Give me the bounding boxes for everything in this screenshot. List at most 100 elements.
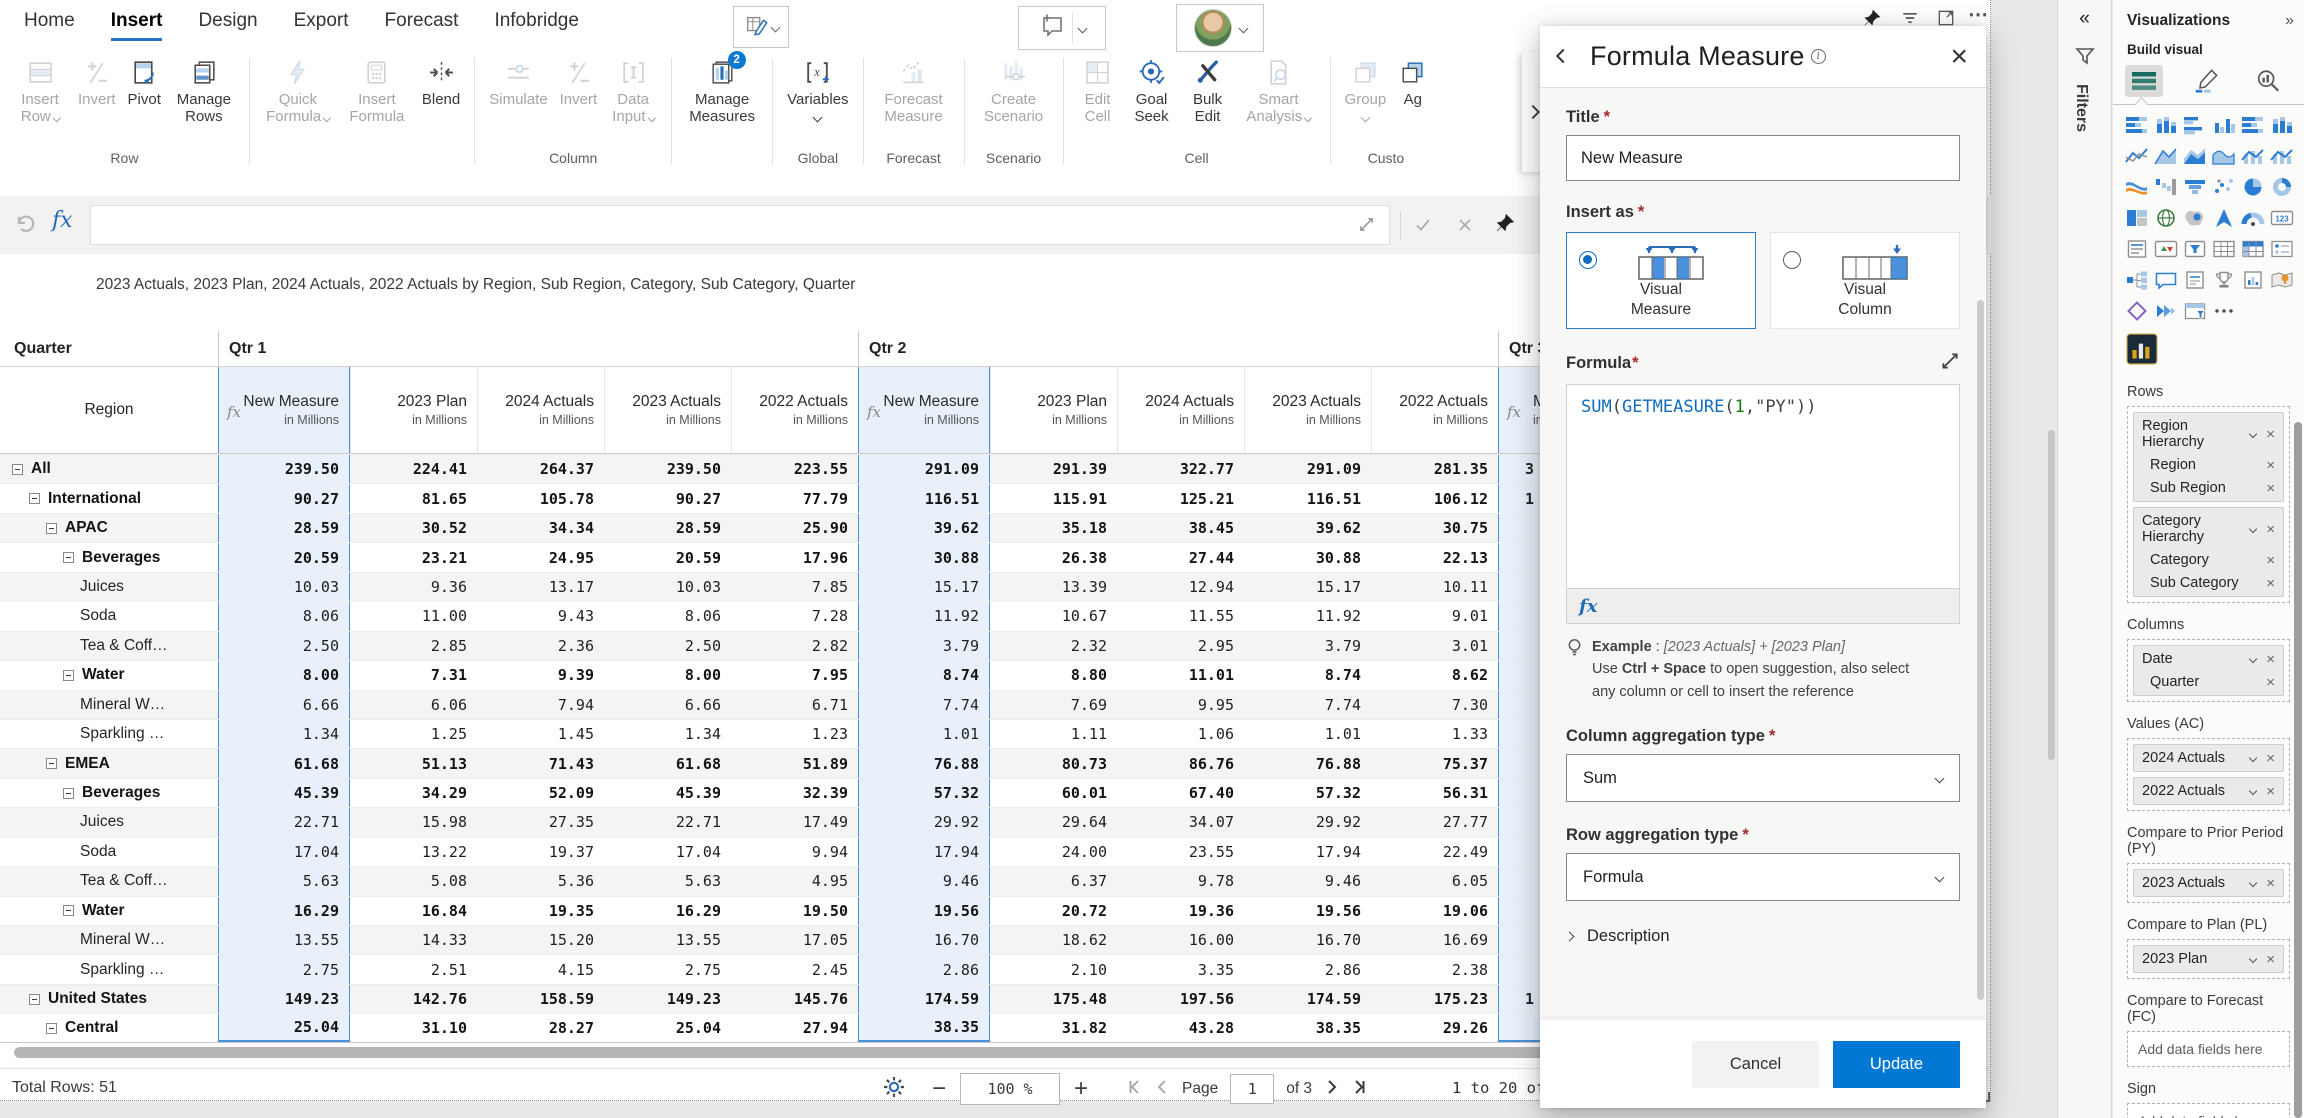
matrix-cell[interactable]: 1.34 (604, 720, 731, 748)
matrix-cell[interactable]: 6.66 (604, 691, 731, 719)
matrix-cell[interactable]: 28.59 (604, 514, 731, 542)
matrix-row-label[interactable]: Sparkling … (0, 720, 218, 748)
matrix-cell[interactable]: 1.34 (218, 720, 350, 748)
filters-icon[interactable] (2073, 44, 2097, 73)
matrix-cell[interactable]: 291.39 (990, 455, 1117, 483)
matrix-cell[interactable]: 35.18 (990, 514, 1117, 542)
matrix-cell[interactable]: 29.26 (1371, 1014, 1498, 1041)
matrix-cell[interactable]: 8.74 (858, 661, 990, 689)
matrix-cell[interactable]: 16.84 (350, 897, 477, 925)
remove-field-icon[interactable]: × (2266, 522, 2275, 537)
field-item-region[interactable]: Region× (2134, 455, 2283, 478)
remove-field-icon[interactable]: × (2266, 652, 2275, 667)
write-back-button[interactable] (733, 6, 789, 48)
column-header-2022-actuals[interactable]: 2022 Actualsin Millions (731, 367, 858, 453)
canvas-scrollbar-thumb[interactable] (2048, 430, 2055, 760)
matrix-cell[interactable]: 174.59 (1244, 985, 1371, 1013)
matrix-cell[interactable]: 7.94 (477, 691, 604, 719)
matrix-cell[interactable]: 16.00 (1117, 926, 1244, 954)
matrix-cell[interactable]: 13.55 (604, 926, 731, 954)
collapse-toggle-icon[interactable] (63, 670, 74, 681)
page-number-input[interactable]: 1 (1230, 1074, 1274, 1104)
matrix-cell[interactable]: 14.33 (350, 926, 477, 954)
collapse-toggle-icon[interactable] (46, 758, 57, 769)
tab-infobridge[interactable]: Infobridge (494, 10, 579, 41)
matrix-cell[interactable]: 52.09 (477, 779, 604, 807)
map-icon[interactable] (2153, 207, 2179, 229)
field-card-header[interactable]: 2024 Actuals× (2134, 745, 2283, 771)
chevron-down-icon[interactable] (2249, 955, 2257, 963)
column-header-2023-actuals[interactable]: 2023 Actualsin Millions (604, 367, 731, 453)
analytics-tab[interactable] (2249, 65, 2287, 97)
matrix-cell[interactable]: 38.35 (858, 1014, 990, 1041)
matrix-cell[interactable]: 18.62 (990, 926, 1117, 954)
matrix-cell[interactable]: 239.50 (218, 455, 350, 483)
matrix-cell[interactable]: 10.03 (218, 573, 350, 601)
column-header-new-measure[interactable]: fxNew Measurein Millions (858, 367, 990, 453)
matrix-cell[interactable]: 5.08 (350, 867, 477, 895)
matrix-cell[interactable]: 2.50 (218, 632, 350, 660)
matrix-cell[interactable]: 23.55 (1117, 838, 1244, 866)
matrix-cell[interactable]: 39.62 (858, 514, 990, 542)
matrix-cell[interactable]: 11.01 (1117, 661, 1244, 689)
matrix-cell[interactable]: 7.28 (731, 602, 858, 630)
matrix-cell[interactable]: 6.37 (990, 867, 1117, 895)
matrix-cell[interactable]: 2.86 (1244, 955, 1371, 983)
matrix-cell[interactable]: 86.76 (1117, 749, 1244, 777)
matrix-cell[interactable]: 51.13 (350, 749, 477, 777)
matrix-cell[interactable]: 10.67 (990, 602, 1117, 630)
ribbon-button-smart-analysis[interactable]: Smart Analysis (1236, 54, 1322, 126)
donut-chart-icon[interactable] (2269, 176, 2295, 198)
ribbon-button-insert-formula[interactable]: Insert Formula (338, 54, 416, 126)
ribbon-button-manage-measures[interactable]: 2Manage Measures (680, 54, 764, 126)
ribbon-button-insert-row[interactable]: Insert Row (8, 54, 72, 126)
matrix-row-label[interactable]: Tea & Coff… (0, 867, 218, 895)
matrix-cell[interactable]: 56.31 (1371, 779, 1498, 807)
matrix-cell[interactable]: 8.06 (604, 602, 731, 630)
chevron-down-icon[interactable] (2249, 879, 2257, 887)
inforiver-custom-visual-icon[interactable] (2125, 332, 2159, 366)
collapse-toggle-icon[interactable] (63, 788, 74, 799)
matrix-cell[interactable]: 30.52 (350, 514, 477, 542)
matrix-cell[interactable]: 2.95 (1117, 632, 1244, 660)
column-header-2024-actuals[interactable]: 2024 Actualsin Millions (1117, 367, 1244, 453)
matrix-cell[interactable]: 2.36 (477, 632, 604, 660)
matrix-cell[interactable]: 19.35 (477, 897, 604, 925)
matrix-cell[interactable]: 45.39 (218, 779, 350, 807)
matrix-cell[interactable]: 7.85 (731, 573, 858, 601)
last-page-icon[interactable] (1350, 1078, 1368, 1101)
matrix-cell[interactable]: 17.49 (731, 808, 858, 836)
filter-lines-icon[interactable] (1900, 8, 1920, 33)
treemap-icon[interactable] (2124, 207, 2150, 229)
ribbon-button-quick-formula[interactable]: Quick Formula (258, 54, 338, 126)
field-card-2023-actuals[interactable]: 2023 Actuals× (2133, 869, 2284, 897)
column-header-2023-actuals[interactable]: 2023 Actualsin Millions (1244, 367, 1371, 453)
calendar-slicer-icon[interactable] (2182, 300, 2208, 322)
field-card-date[interactable]: Date×Quarter× (2133, 645, 2284, 696)
matrix-cell[interactable]: 19.56 (1244, 897, 1371, 925)
matrix-row-label[interactable]: Mineral W… (0, 691, 218, 719)
matrix-row-label[interactable]: International (0, 484, 218, 512)
matrix-cell[interactable]: 19.36 (1117, 897, 1244, 925)
metrics-icon[interactable] (2211, 269, 2237, 291)
matrix-row-label[interactable]: Juices (0, 808, 218, 836)
power-apps-icon[interactable] (2124, 300, 2150, 322)
matrix-cell[interactable]: 27.77 (1371, 808, 1498, 836)
matrix-cell[interactable]: 51.89 (731, 749, 858, 777)
next-page-icon[interactable] (1324, 1078, 1340, 1101)
matrix-cell[interactable]: 175.23 (1371, 985, 1498, 1013)
matrix-cell[interactable]: 4.15 (477, 955, 604, 983)
matrix-cell[interactable]: 60.01 (990, 779, 1117, 807)
gear-icon[interactable] (882, 1075, 906, 1104)
matrix-cell[interactable]: 32.39 (731, 779, 858, 807)
matrix-cell[interactable]: 1.45 (477, 720, 604, 748)
matrix-cell[interactable]: 9.46 (1244, 867, 1371, 895)
arcgis-map-icon[interactable] (2269, 269, 2295, 291)
matrix-cell[interactable]: 16.69 (1371, 926, 1498, 954)
matrix-cell[interactable]: 28.27 (477, 1014, 604, 1041)
matrix-cell[interactable]: 15.17 (858, 573, 990, 601)
matrix-cell[interactable]: 6.05 (1371, 867, 1498, 895)
ribbon-button-forecast-measure[interactable]: Forecast Measure (872, 54, 956, 126)
matrix-cell[interactable]: 264.37 (477, 455, 604, 483)
collapse-visualizations-icon[interactable]: » (2285, 12, 2294, 30)
